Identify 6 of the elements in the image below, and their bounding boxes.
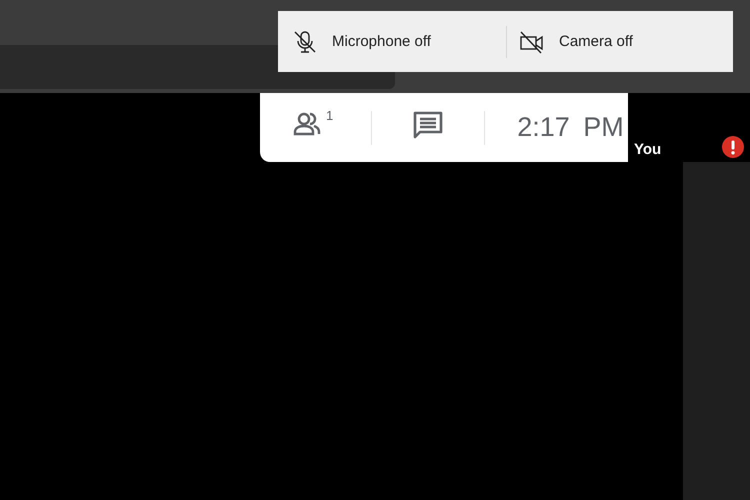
participants-button[interactable]: 1: [286, 110, 340, 146]
status-label: Camera off: [559, 33, 633, 50]
status-label: Microphone off: [332, 33, 431, 50]
clock-time: 2:17 PM: [517, 112, 624, 143]
chat-icon: [412, 110, 444, 140]
participant-name: You: [634, 141, 662, 158]
